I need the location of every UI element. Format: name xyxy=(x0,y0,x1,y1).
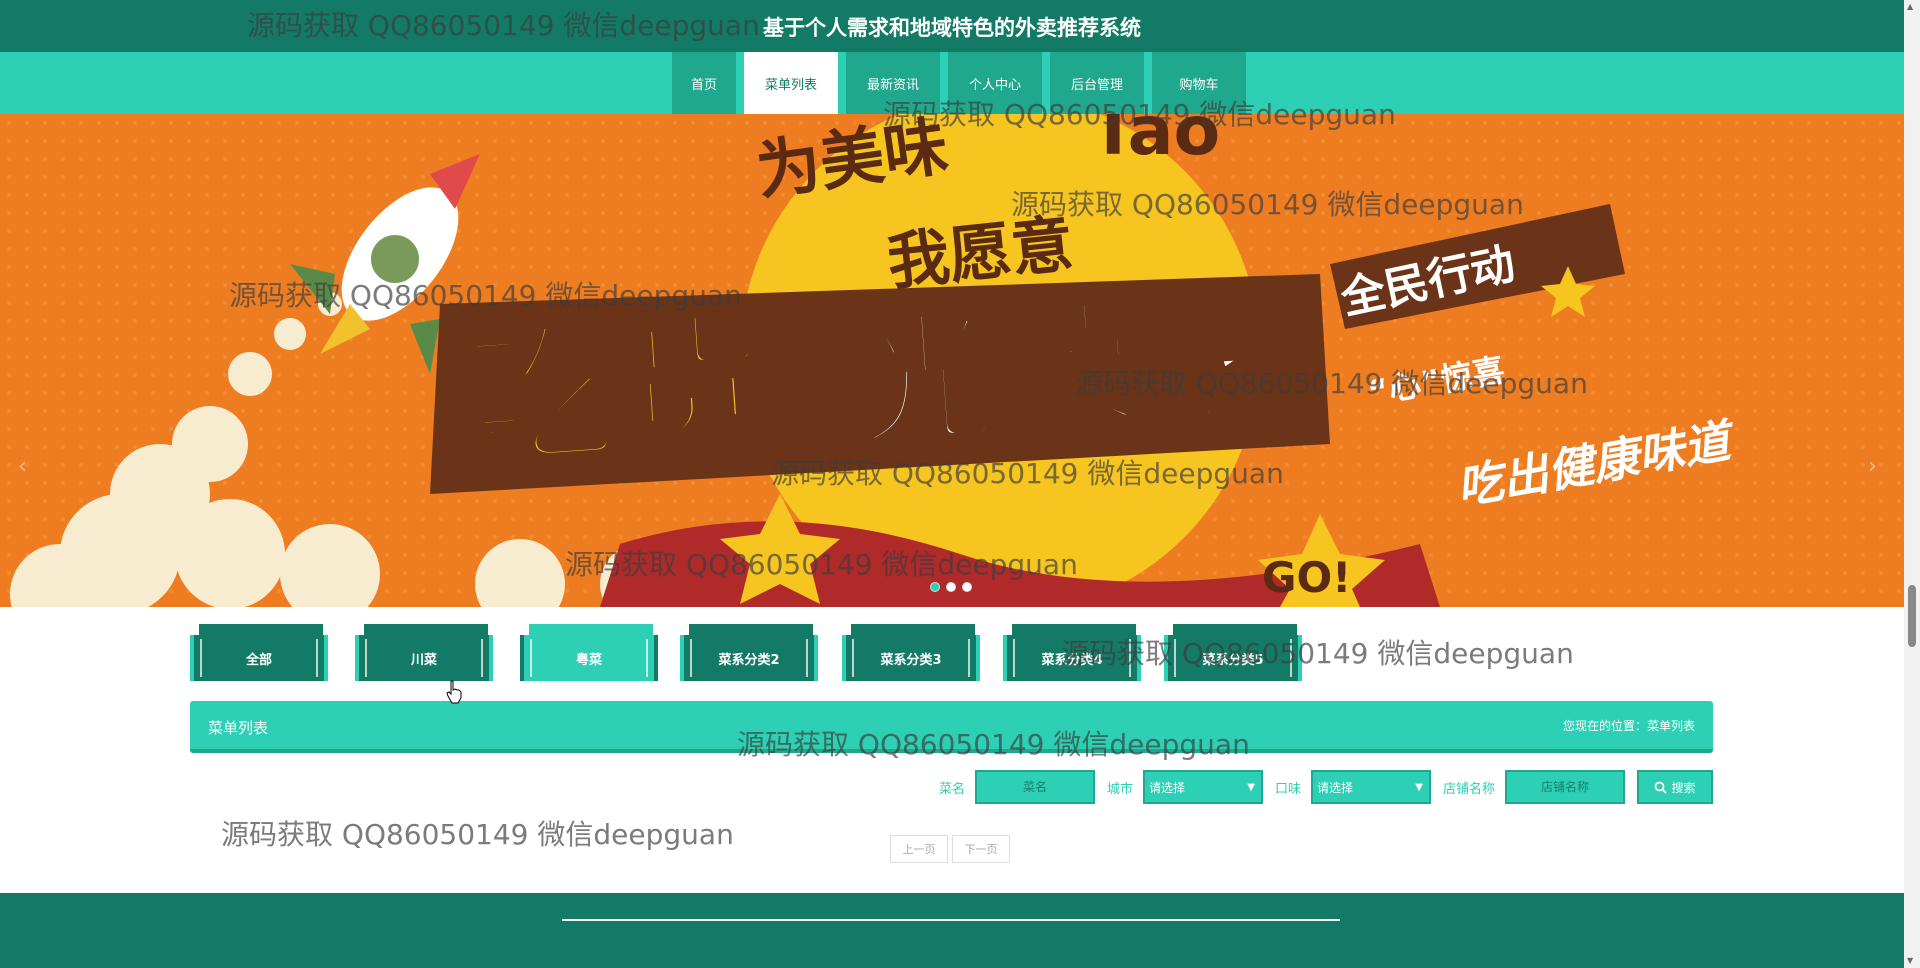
page: 基于个人需求和地域特色的外卖推荐系统 首页 菜单列表 最新资讯 个人中心 后台管… xyxy=(0,0,1920,968)
nav-news[interactable]: 最新资讯 xyxy=(846,52,940,114)
carousel-dot[interactable] xyxy=(946,582,956,592)
city-select-value: 请选择 xyxy=(1148,780,1185,795)
category-tab-cantonese[interactable]: 粤菜 xyxy=(520,624,658,682)
category-tab-cuisine-2[interactable]: 菜系分类2 xyxy=(680,624,818,682)
nav-cart[interactable]: 购物车 xyxy=(1152,52,1246,114)
footer-divider xyxy=(562,919,1340,921)
next-page-button[interactable]: 下一页 xyxy=(952,835,1010,863)
carousel-dot[interactable] xyxy=(962,582,972,592)
city-label: 城市 xyxy=(1106,781,1133,797)
banner-main-left: 吃货 xyxy=(460,295,771,490)
nav-home[interactable]: 首页 xyxy=(672,52,736,114)
main-navbar: 首页 菜单列表 最新资讯 个人中心 后台管理 购物车 xyxy=(0,52,1904,114)
category-tab-label: 全部 xyxy=(190,635,328,681)
banner-logo-text: Tao xyxy=(1090,114,1220,171)
banner-carousel[interactable]: 为美味 Tao 我愿意 吃货 光荣季 全民行动 “心”惊喜 吃出健康味道 GO!… xyxy=(0,114,1904,607)
category-tab-label: 菜系分类2 xyxy=(680,635,818,681)
category-tab-label: 粤菜 xyxy=(520,635,658,681)
category-tab-label: 川菜 xyxy=(355,635,493,681)
breadcrumb-current[interactable]: 菜单列表 xyxy=(1647,719,1695,733)
page-scrollbar[interactable]: ▲ ▼ xyxy=(1904,0,1920,968)
banner-go-text: GO! xyxy=(1262,553,1351,602)
pagination: 上一页 下一页 xyxy=(890,835,1014,863)
nav-menu-list[interactable]: 菜单列表 xyxy=(744,52,838,114)
category-tab-sichuan[interactable]: 川菜 xyxy=(355,624,493,682)
banner-main-right: 光荣季 xyxy=(851,276,1281,468)
dish-name-label: 菜名 xyxy=(938,781,965,797)
watermark: 源码获取 QQ86050149 微信deepguan xyxy=(221,818,734,851)
category-tab-label: 菜系分类3 xyxy=(842,635,980,681)
dish-name-input[interactable] xyxy=(974,770,1095,804)
category-tab-label: 菜系分类5 xyxy=(1164,635,1302,681)
search-icon xyxy=(1655,781,1668,794)
shop-name-input[interactable] xyxy=(1505,770,1625,804)
prev-page-button[interactable]: 上一页 xyxy=(890,835,948,863)
taste-select[interactable]: 请选择 ▼ xyxy=(1310,770,1431,804)
category-tab-cuisine-4[interactable]: 菜系分类4 xyxy=(1003,624,1141,682)
category-tab-cuisine-5[interactable]: 菜系分类5 xyxy=(1164,624,1302,682)
carousel-next-icon[interactable]: › xyxy=(1868,454,1877,479)
search-button-label: 搜索 xyxy=(1671,780,1696,795)
nav-personal-center[interactable]: 个人中心 xyxy=(948,52,1042,114)
top-header: 基于个人需求和地域特色的外卖推荐系统 xyxy=(0,0,1904,52)
chevron-down-icon: ▼ xyxy=(1415,781,1423,793)
nav-list: 首页 菜单列表 最新资讯 个人中心 后台管理 购物车 xyxy=(672,52,1254,114)
breadcrumb-label: 您现在的位置： xyxy=(1562,719,1647,733)
chevron-down-icon: ▼ xyxy=(1247,781,1255,793)
section-header: 菜单列表 您现在的位置：菜单列表 xyxy=(190,701,1713,753)
hand-cursor-icon xyxy=(446,680,462,704)
carousel-dot[interactable] xyxy=(930,582,940,592)
search-form: 菜名 城市 请选择 ▼ 口味 请选择 ▼ 店铺名称 搜索 xyxy=(927,770,1713,804)
banner-image: 为美味 Tao 我愿意 吃货 光荣季 全民行动 “心”惊喜 吃出健康味道 GO! xyxy=(0,114,1904,607)
search-button[interactable]: 搜索 xyxy=(1637,770,1713,804)
taste-label: 口味 xyxy=(1274,781,1301,797)
taste-select-value: 请选择 xyxy=(1316,780,1353,795)
category-tab-label: 菜系分类4 xyxy=(1003,635,1141,681)
scroll-down-icon[interactable]: ▼ xyxy=(1907,956,1913,965)
footer xyxy=(0,893,1904,968)
site-title: 基于个人需求和地域特色的外卖推荐系统 xyxy=(763,16,1141,40)
city-select[interactable]: 请选择 ▼ xyxy=(1142,770,1263,804)
carousel-prev-icon[interactable]: ‹ xyxy=(18,454,27,479)
section-title: 菜单列表 xyxy=(208,719,269,737)
nav-admin[interactable]: 后台管理 xyxy=(1050,52,1144,114)
scrollbar-thumb[interactable] xyxy=(1908,585,1916,647)
scroll-up-icon[interactable]: ▲ xyxy=(1907,2,1913,11)
carousel-indicators xyxy=(930,582,972,592)
breadcrumb: 您现在的位置：菜单列表 xyxy=(1563,717,1695,734)
category-tab-all[interactable]: 全部 xyxy=(190,624,328,682)
shop-name-label: 店铺名称 xyxy=(1442,781,1495,797)
category-tab-cuisine-3[interactable]: 菜系分类3 xyxy=(842,624,980,682)
